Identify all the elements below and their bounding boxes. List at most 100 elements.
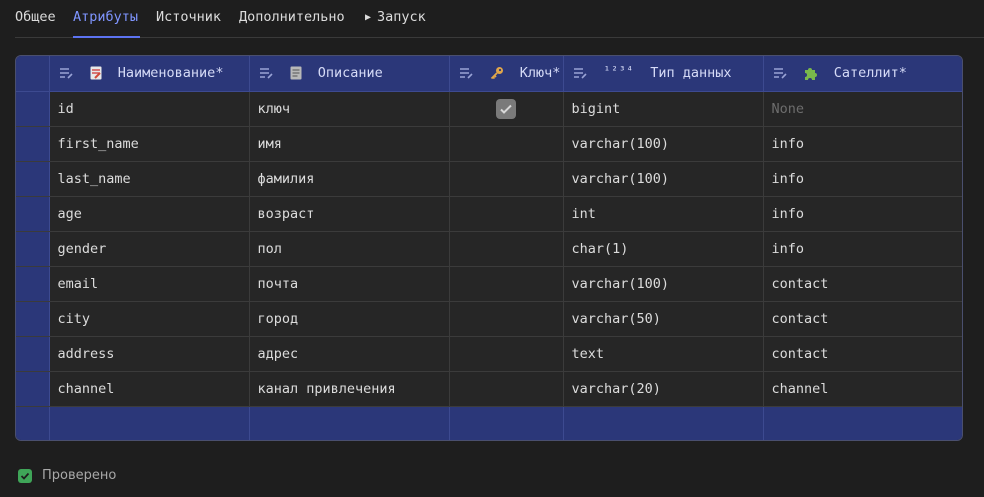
cell-key[interactable] bbox=[449, 126, 564, 162]
edit-lines-icon bbox=[459, 68, 473, 79]
table-row[interactable]: age возраст int info bbox=[16, 196, 962, 232]
verified-checkbox[interactable] bbox=[18, 468, 32, 483]
row-header[interactable] bbox=[16, 161, 50, 197]
cell-satellite[interactable]: info bbox=[763, 196, 962, 232]
cell-type[interactable]: int bbox=[563, 196, 764, 232]
cell-satellite[interactable]: info bbox=[763, 126, 962, 162]
cell-key[interactable] bbox=[449, 301, 564, 337]
table-row[interactable]: email почта varchar(100) contact bbox=[16, 266, 962, 302]
column-header-description[interactable]: Описание bbox=[249, 56, 450, 92]
verified-status[interactable]: Проверено bbox=[18, 468, 116, 483]
table-row[interactable]: channel канал привлечения varchar(20) chann… bbox=[16, 371, 962, 407]
cell-type[interactable]: varchar(20) bbox=[563, 371, 764, 407]
cell-key[interactable] bbox=[449, 266, 564, 302]
cell-name[interactable]: email bbox=[49, 266, 250, 302]
tab-run[interactable]: ▶ Запуск bbox=[365, 9, 426, 25]
cell-key[interactable] bbox=[449, 91, 564, 127]
edit-lines-icon bbox=[259, 68, 273, 79]
note-icon bbox=[290, 66, 302, 80]
active-tab-indicator bbox=[73, 36, 140, 38]
tab-attributes[interactable]: Атрибуты bbox=[73, 9, 138, 25]
row-header[interactable] bbox=[16, 301, 50, 337]
row-header[interactable] bbox=[16, 126, 50, 162]
empty-cell[interactable] bbox=[563, 406, 764, 440]
empty-cell[interactable] bbox=[16, 406, 50, 440]
table-row[interactable]: city город varchar(50) contact bbox=[16, 301, 962, 337]
table-row[interactable]: id ключ bigint None bbox=[16, 91, 962, 127]
cell-key[interactable] bbox=[449, 161, 564, 197]
tab-divider bbox=[15, 37, 984, 38]
tab-general[interactable]: Общее bbox=[15, 9, 56, 25]
new-row-placeholder[interactable] bbox=[16, 406, 962, 440]
tab-run-label: Запуск bbox=[377, 9, 426, 25]
cell-satellite[interactable]: channel bbox=[763, 371, 962, 407]
table-row[interactable]: gender пол char(1) info bbox=[16, 231, 962, 267]
attributes-table: Наименование* Описание Ключ* ¹²³⁴ Тип да… bbox=[15, 55, 963, 441]
cell-type[interactable]: varchar(100) bbox=[563, 161, 764, 197]
cell-type[interactable]: char(1) bbox=[563, 231, 764, 267]
cell-type[interactable]: varchar(100) bbox=[563, 126, 764, 162]
tab-advanced[interactable]: Дополнительно bbox=[239, 9, 345, 25]
cell-key[interactable] bbox=[449, 196, 564, 232]
empty-cell[interactable] bbox=[249, 406, 450, 440]
cell-satellite[interactable]: info bbox=[763, 161, 962, 197]
edit-lines-icon bbox=[573, 68, 587, 79]
column-header-key[interactable]: Ключ* bbox=[449, 56, 564, 92]
row-header[interactable] bbox=[16, 336, 50, 372]
row-header-corner bbox=[16, 56, 50, 92]
cell-type[interactable]: bigint bbox=[563, 91, 764, 127]
row-header[interactable] bbox=[16, 231, 50, 267]
cell-name[interactable]: address bbox=[49, 336, 250, 372]
empty-cell[interactable] bbox=[763, 406, 962, 440]
table-row[interactable]: address адрес text contact bbox=[16, 336, 962, 372]
cell-description[interactable]: возраст bbox=[249, 196, 450, 232]
row-header[interactable] bbox=[16, 266, 50, 302]
column-label-satellite: Сателлит* bbox=[833, 65, 907, 82]
cell-satellite[interactable]: info bbox=[763, 231, 962, 267]
cell-type[interactable]: varchar(100) bbox=[563, 266, 764, 302]
cell-name[interactable]: gender bbox=[49, 231, 250, 267]
table-row[interactable]: first_name имя varchar(100) info bbox=[16, 126, 962, 162]
edit-lines-icon bbox=[773, 68, 787, 79]
cell-description[interactable]: фамилия bbox=[249, 161, 450, 197]
cell-satellite[interactable]: None bbox=[763, 91, 962, 127]
key-checkbox[interactable] bbox=[496, 98, 516, 119]
cell-name[interactable]: channel bbox=[49, 371, 250, 407]
cell-name[interactable]: age bbox=[49, 196, 250, 232]
row-header[interactable] bbox=[16, 196, 50, 232]
row-header[interactable] bbox=[16, 371, 50, 407]
cell-type[interactable]: text bbox=[563, 336, 764, 372]
empty-cell[interactable] bbox=[49, 406, 250, 440]
cell-name[interactable]: id bbox=[49, 91, 250, 127]
row-header[interactable] bbox=[16, 91, 50, 127]
cell-description[interactable]: почта bbox=[249, 266, 450, 302]
column-label-description: Описание bbox=[317, 65, 383, 82]
cell-description[interactable]: канал привлечения bbox=[249, 371, 450, 407]
numeric-type-icon: ¹²³⁴ bbox=[603, 63, 635, 77]
column-header-type[interactable]: ¹²³⁴ Тип данных bbox=[563, 56, 764, 92]
edit-lines-icon bbox=[59, 68, 73, 79]
column-header-name[interactable]: Наименование* bbox=[49, 56, 250, 92]
cell-description[interactable]: адрес bbox=[249, 336, 450, 372]
cell-satellite[interactable]: contact bbox=[763, 336, 962, 372]
table-row[interactable]: last_name фамилия varchar(100) info bbox=[16, 161, 962, 197]
cell-type[interactable]: varchar(50) bbox=[563, 301, 764, 337]
tab-bar: Общее Атрибуты Источник Дополнительно ▶ З… bbox=[0, 0, 984, 38]
cell-description[interactable]: пол bbox=[249, 231, 450, 267]
cell-key[interactable] bbox=[449, 231, 564, 267]
cell-satellite[interactable]: contact bbox=[763, 266, 962, 302]
cell-name[interactable]: last_name bbox=[49, 161, 250, 197]
cell-satellite[interactable]: contact bbox=[763, 301, 962, 337]
cell-name[interactable]: city bbox=[49, 301, 250, 337]
column-label-name: Наименование* bbox=[117, 65, 224, 82]
cell-description[interactable]: город bbox=[249, 301, 450, 337]
cell-description[interactable]: ключ bbox=[249, 91, 450, 127]
tab-source[interactable]: Источник bbox=[156, 9, 221, 25]
cell-description[interactable]: имя bbox=[249, 126, 450, 162]
cell-key[interactable] bbox=[449, 336, 564, 372]
cell-key[interactable] bbox=[449, 371, 564, 407]
empty-cell[interactable] bbox=[449, 406, 564, 440]
verified-label: Проверено bbox=[42, 468, 117, 483]
column-header-satellite[interactable]: Сателлит* bbox=[763, 56, 962, 92]
cell-name[interactable]: first_name bbox=[49, 126, 250, 162]
